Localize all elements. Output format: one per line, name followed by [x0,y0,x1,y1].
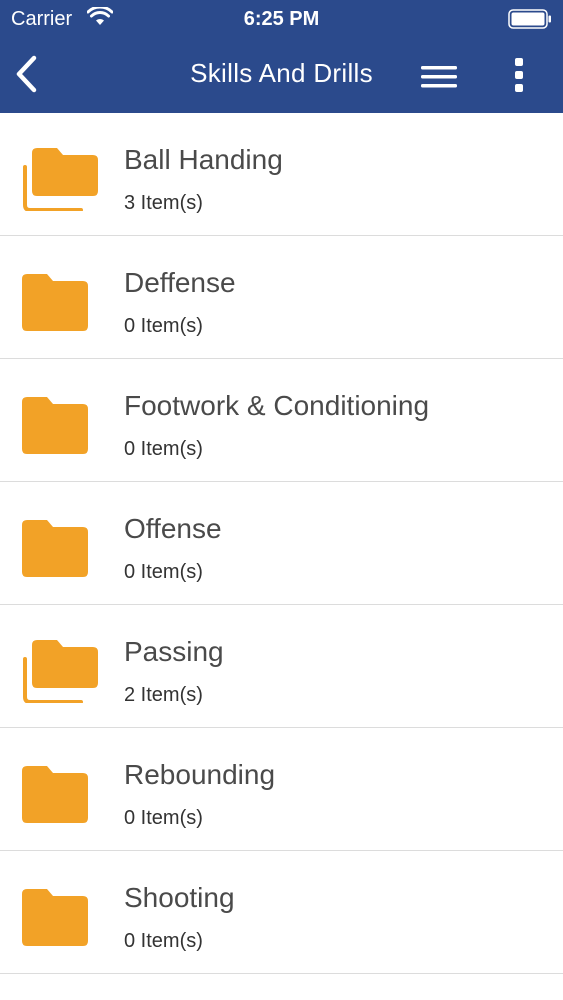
folder-item-count: 0 Item(s) [124,807,203,829]
folder-name: Footwork & Conditioning [124,390,430,421]
folder-name: Rebounding [124,759,276,790]
battery-icon [508,9,551,29]
folder-icon [22,520,88,577]
status-time: 6:25 PM [243,8,320,30]
folders-stack-icon [23,640,98,703]
folder-row[interactable]: Shooting 0 Item(s) [0,851,563,974]
folder-list: Ball Handing 3 Item(s) Deffense 0 Item(s) Fo… [0,113,563,974]
folder-row[interactable]: Passing 2 Item(s) [0,605,563,728]
folder-item-count: 0 Item(s) [124,930,203,952]
folder-name: Deffense [124,267,236,298]
header: Carrier 6:25 PM Skills And Drills [0,0,563,113]
page-title: Skills And Drills [190,58,373,88]
folder-item-count: 2 Item(s) [124,684,203,706]
folder-item-count: 0 Item(s) [124,438,203,460]
status-bar: Carrier 6:25 PM [0,0,563,38]
folder-name: Ball Handing [124,144,283,175]
folder-name: Shooting [124,882,235,913]
folder-item-count: 0 Item(s) [124,315,203,337]
folder-row[interactable]: Deffense 0 Item(s) [0,236,563,359]
folder-icon [22,274,88,331]
folder-item-count: 3 Item(s) [124,192,203,214]
folder-row[interactable]: Footwork & Conditioning 0 Item(s) [0,359,563,482]
nav-bar: Skills And Drills [0,38,563,113]
folder-item-count: 0 Item(s) [124,561,203,583]
hamburger-menu-icon[interactable] [419,63,459,91]
folder-row[interactable]: Ball Handing 3 Item(s) [0,113,563,236]
folder-row[interactable]: Rebounding 0 Item(s) [0,728,563,851]
folder-icon [22,766,88,823]
folders-stack-icon [23,148,98,211]
folder-icon [22,397,88,454]
more-options-icon[interactable] [506,56,532,94]
folder-name: Offense [124,513,222,544]
folder-name: Passing [124,636,224,667]
folder-icon [22,889,88,946]
folder-row[interactable]: Offense 0 Item(s) [0,482,563,605]
